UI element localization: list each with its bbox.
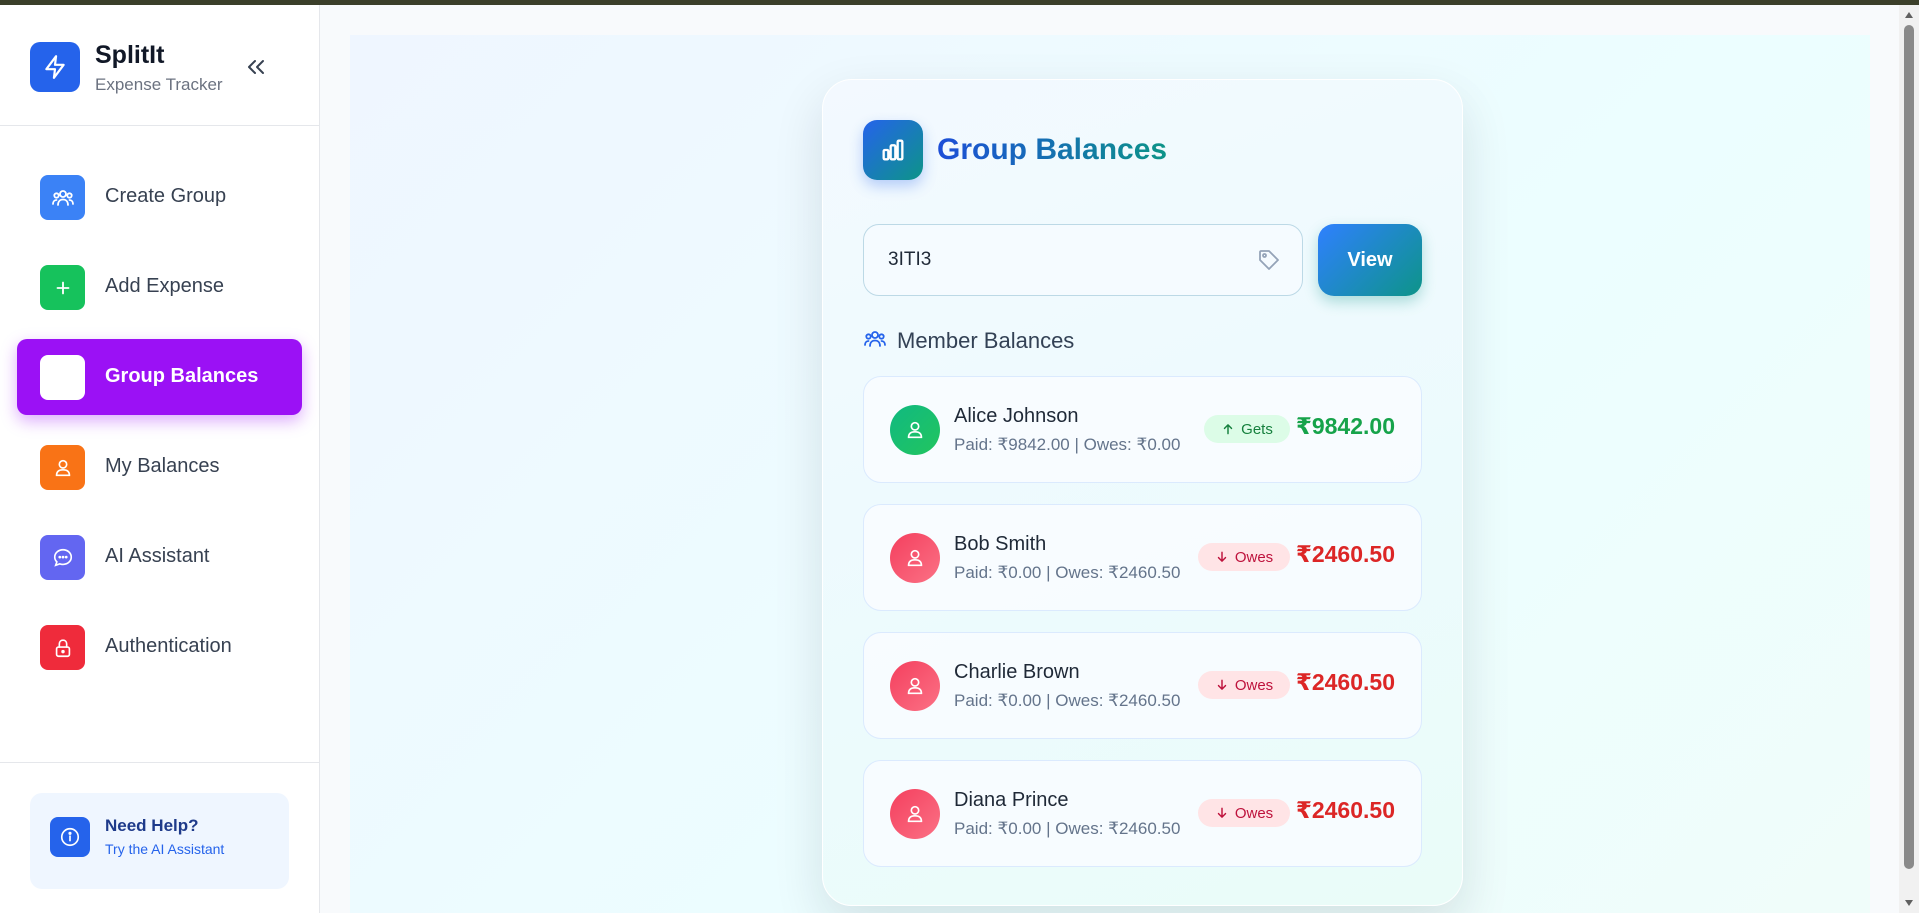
member-row-charlie-brown: Charlie Brown Paid: ₹0.00 | Owes: ₹2460.… xyxy=(863,632,1422,739)
member-balances-heading: Member Balances xyxy=(863,326,1074,356)
app-title: SplitIt xyxy=(95,41,165,69)
member-name: Charlie Brown xyxy=(954,661,1080,683)
sidebar-item-label: Add Expense xyxy=(105,275,224,297)
user-icon xyxy=(890,405,940,455)
user-icon xyxy=(890,661,940,711)
member-name: Alice Johnson xyxy=(954,405,1079,427)
group-id-input[interactable] xyxy=(888,243,1248,277)
status-badge: Owes xyxy=(1198,671,1290,699)
member-name: Diana Prince xyxy=(954,789,1069,811)
page-scrollbar[interactable] xyxy=(1899,5,1919,913)
status-label: Owes xyxy=(1234,676,1274,694)
balance-amount: ₹2460.50 xyxy=(1295,797,1395,823)
lightning-icon xyxy=(30,42,80,92)
member-detail: Paid: ₹0.00 | Owes: ₹2460.50 xyxy=(954,819,1181,838)
group-id-field xyxy=(863,224,1303,296)
brand-header: SplitIt Expense Tracker xyxy=(0,5,319,126)
sidebar-item-label: Group Balances xyxy=(105,365,259,387)
sidebar-item-label: Create Group xyxy=(105,185,227,207)
sidebar-footer: Need Help? Try the AI Assistant xyxy=(0,762,319,913)
help-card[interactable]: Need Help? Try the AI Assistant xyxy=(30,793,289,889)
arrow-down-icon xyxy=(1217,551,1227,562)
plus-icon xyxy=(40,265,85,310)
balance-amount: ₹2460.50 xyxy=(1295,541,1395,567)
users-icon xyxy=(40,175,85,220)
sidebar-item-group-balances[interactable]: Group Balances xyxy=(17,339,302,415)
arrow-up-icon xyxy=(1223,424,1233,435)
status-badge: Gets xyxy=(1204,415,1290,443)
user-icon xyxy=(890,533,940,583)
sidebar-item-authentication[interactable]: Authentication xyxy=(17,609,302,685)
balance-amount: ₹2460.50 xyxy=(1295,669,1395,695)
double-chevron-left-icon xyxy=(248,60,264,74)
status-badge: Owes xyxy=(1198,799,1290,827)
chat-icon xyxy=(40,535,85,580)
user-icon xyxy=(40,445,85,490)
main-panel: Group Balances View Member Balances A xyxy=(350,35,1870,913)
user-icon xyxy=(890,789,940,839)
sidebar-item-label: AI Assistant xyxy=(105,545,210,567)
sidebar: SplitIt Expense Tracker Create Group Add… xyxy=(0,5,320,913)
status-label: Gets xyxy=(1241,420,1273,438)
member-detail: Paid: ₹9842.00 | Owes: ₹0.00 xyxy=(954,435,1181,454)
sidebar-item-label: Authentication xyxy=(105,635,232,657)
sidebar-item-label: My Balances xyxy=(105,455,220,477)
group-balances-card: Group Balances View Member Balances A xyxy=(822,79,1463,906)
member-detail: Paid: ₹0.00 | Owes: ₹2460.50 xyxy=(954,563,1181,582)
info-icon xyxy=(50,817,90,857)
users-icon xyxy=(863,327,887,356)
section-title: Member Balances xyxy=(897,328,1075,353)
sidebar-item-ai-assistant[interactable]: AI Assistant xyxy=(17,519,302,595)
balance-amount: ₹9842.00 xyxy=(1295,413,1395,439)
arrow-down-icon xyxy=(1217,679,1227,690)
view-button[interactable]: View xyxy=(1318,224,1422,296)
page-title: Group Balances xyxy=(937,133,1168,166)
arrow-down-icon xyxy=(1217,807,1227,818)
member-row-alice-johnson: Alice Johnson Paid: ₹9842.00 | Owes: ₹0.… xyxy=(863,376,1422,483)
scroll-up-arrow-icon[interactable] xyxy=(1903,10,1915,20)
status-label: Owes xyxy=(1234,804,1274,822)
lock-icon xyxy=(40,625,85,670)
scroll-down-arrow-icon[interactable] xyxy=(1903,898,1915,908)
member-row-bob-smith: Bob Smith Paid: ₹0.00 | Owes: ₹2460.50 O… xyxy=(863,504,1422,611)
scrollbar-thumb[interactable] xyxy=(1904,25,1914,869)
collapse-sidebar-button[interactable] xyxy=(242,53,270,81)
member-detail: Paid: ₹0.00 | Owes: ₹2460.50 xyxy=(954,691,1181,710)
bar-chart-icon xyxy=(863,120,923,180)
member-row-diana-prince: Diana Prince Paid: ₹0.00 | Owes: ₹2460.5… xyxy=(863,760,1422,867)
main-content: Group Balances View Member Balances A xyxy=(320,5,1899,913)
sidebar-item-my-balances[interactable]: My Balances xyxy=(17,429,302,505)
sidebar-item-add-expense[interactable]: Add Expense xyxy=(17,249,302,325)
tag-icon xyxy=(1256,247,1282,273)
help-subtitle: Try the AI Assistant xyxy=(105,841,225,857)
member-name: Bob Smith xyxy=(954,533,1047,555)
sidebar-item-create-group[interactable]: Create Group xyxy=(17,159,302,235)
status-badge: Owes xyxy=(1198,543,1290,571)
app-subtitle: Expense Tracker xyxy=(95,75,223,94)
status-label: Owes xyxy=(1234,548,1274,566)
help-title: Need Help? xyxy=(105,816,199,835)
bar-chart-icon xyxy=(40,355,85,400)
